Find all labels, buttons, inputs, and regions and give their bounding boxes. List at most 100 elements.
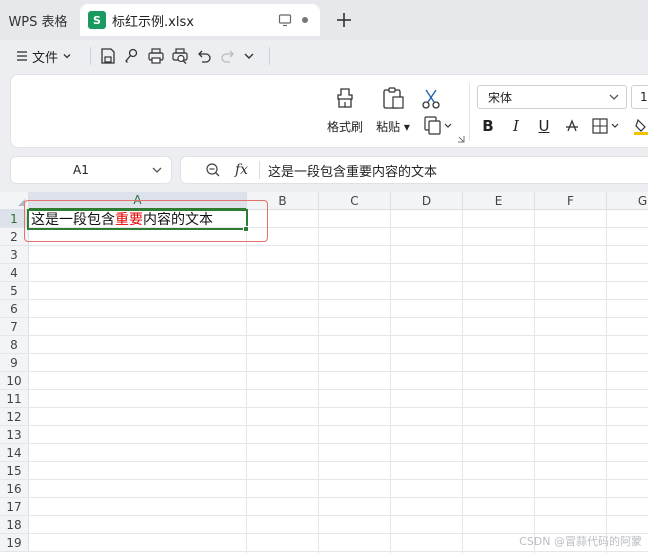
italic-button[interactable]: I — [505, 115, 527, 137]
paste-button[interactable]: 粘贴 ▾ — [373, 85, 413, 135]
print-button[interactable] — [147, 44, 165, 68]
row-header[interactable]: 10 — [0, 372, 29, 390]
app-home-tab[interactable]: WPS 表格 — [0, 4, 76, 36]
row-header[interactable]: 14 — [0, 444, 29, 462]
undo-button[interactable] — [195, 44, 213, 68]
borders-icon — [592, 118, 619, 134]
new-tab-button[interactable] — [332, 8, 356, 32]
strikethrough-icon — [566, 119, 578, 132]
format-painter-icon — [337, 88, 353, 108]
strikethrough-button[interactable] — [561, 115, 583, 137]
link-icon — [125, 48, 138, 63]
document-tab[interactable]: S 标红示例.xlsx — [80, 4, 320, 36]
gridline — [390, 210, 391, 553]
row-header[interactable]: 6 — [0, 300, 29, 318]
formula-separator — [259, 161, 260, 179]
bold-button[interactable]: B — [477, 115, 499, 137]
copy-icon — [424, 116, 452, 135]
gridline — [29, 389, 648, 390]
row-header[interactable]: 5 — [0, 282, 29, 300]
undo-icon — [198, 50, 211, 63]
gridline — [606, 210, 607, 553]
redo-icon — [221, 50, 234, 63]
clipboard-dialog-launcher-icon[interactable] — [457, 135, 465, 143]
row-header[interactable]: 19 — [0, 534, 29, 552]
row-header[interactable]: 12 — [0, 408, 29, 426]
gridline — [29, 515, 648, 516]
paste-label: 粘贴 ▾ — [376, 120, 410, 134]
gridline — [29, 407, 648, 408]
window-icon[interactable] — [278, 13, 292, 27]
clipboard-icon — [383, 87, 404, 109]
unsaved-dot-icon[interactable] — [302, 17, 308, 23]
row-header[interactable]: 17 — [0, 498, 29, 516]
output-pdf-button[interactable] — [123, 44, 141, 68]
format-painter-button[interactable]: 格式刷 — [325, 85, 365, 135]
row-header[interactable]: 9 — [0, 354, 29, 372]
hamburger-icon — [17, 51, 27, 61]
font-name-select[interactable]: 宋体 — [477, 85, 627, 109]
zoom-out-icon[interactable] — [205, 162, 221, 178]
redo-button[interactable] — [219, 44, 237, 68]
formula-input[interactable]: 这是一段包含重要内容的文本 — [268, 161, 437, 180]
spreadsheet-file-icon: S — [88, 11, 106, 29]
gridline — [29, 461, 648, 462]
cell-reference: A1 — [73, 163, 89, 177]
gridline — [29, 353, 648, 354]
row-header[interactable]: 11 — [0, 390, 29, 408]
annotation-highlight-box — [24, 200, 268, 242]
insert-function-button[interactable]: fx — [235, 162, 253, 178]
save-button[interactable] — [99, 44, 117, 68]
column-header-f[interactable]: F — [535, 192, 607, 210]
gridline — [29, 263, 648, 264]
document-tab-title: 标红示例.xlsx — [112, 14, 194, 30]
watermark: CSDN @冒蒜代码的阿蒙 — [519, 535, 642, 548]
gridline — [29, 299, 648, 300]
gridline — [29, 281, 648, 282]
chevron-down-icon — [63, 54, 71, 59]
file-menu-label: 文件 — [32, 50, 59, 66]
row-header[interactable]: 7 — [0, 318, 29, 336]
row-header[interactable]: 13 — [0, 426, 29, 444]
gridline — [246, 210, 247, 553]
save-icon — [101, 48, 115, 64]
print-preview-icon — [172, 48, 188, 64]
more-quick-actions-button[interactable] — [243, 44, 255, 68]
print-preview-button[interactable] — [171, 44, 189, 68]
gridline — [462, 210, 463, 553]
row-header[interactable]: 4 — [0, 264, 29, 282]
row-header[interactable]: 16 — [0, 480, 29, 498]
gridline — [29, 443, 648, 444]
tab-bar: WPS 表格 S 标红示例.xlsx — [0, 0, 648, 40]
gridline — [29, 317, 648, 318]
underline-button[interactable]: U — [533, 115, 555, 137]
chevron-down-icon — [244, 53, 254, 59]
chevron-down-icon — [609, 94, 619, 100]
fill-color-button[interactable] — [631, 115, 648, 137]
font-size-select[interactable]: 11 — [631, 85, 648, 109]
column-header-g[interactable]: G — [607, 192, 648, 210]
borders-button[interactable] — [591, 115, 625, 137]
cut-icon[interactable] — [419, 87, 443, 111]
column-header-c[interactable]: C — [319, 192, 391, 210]
ribbon-home: 格式刷 粘贴 ▾ 宋体 11 B I U — [10, 74, 648, 148]
column-header-d[interactable]: D — [391, 192, 463, 210]
gridline — [29, 551, 648, 552]
gridline — [29, 425, 648, 426]
row-header[interactable]: 8 — [0, 336, 29, 354]
gridline — [318, 210, 319, 553]
file-menu-button[interactable]: 文件 — [12, 44, 76, 68]
fill-color-icon — [634, 118, 648, 135]
row-header[interactable]: 18 — [0, 516, 29, 534]
name-box[interactable]: A1 — [10, 156, 172, 184]
row-header[interactable]: 3 — [0, 246, 29, 264]
ribbon-divider — [469, 83, 470, 141]
chevron-down-icon — [152, 167, 162, 173]
row-header[interactable]: 15 — [0, 462, 29, 480]
spreadsheet-grid[interactable]: A B C D E F G 1 2 3 4 5 6 7 8 9 10 11 12… — [0, 192, 648, 553]
copy-button[interactable] — [423, 115, 457, 139]
gridline — [534, 210, 535, 553]
quick-access-toolbar: 文件 — [0, 40, 648, 72]
toolbar-separator — [269, 47, 271, 65]
column-header-e[interactable]: E — [463, 192, 535, 210]
